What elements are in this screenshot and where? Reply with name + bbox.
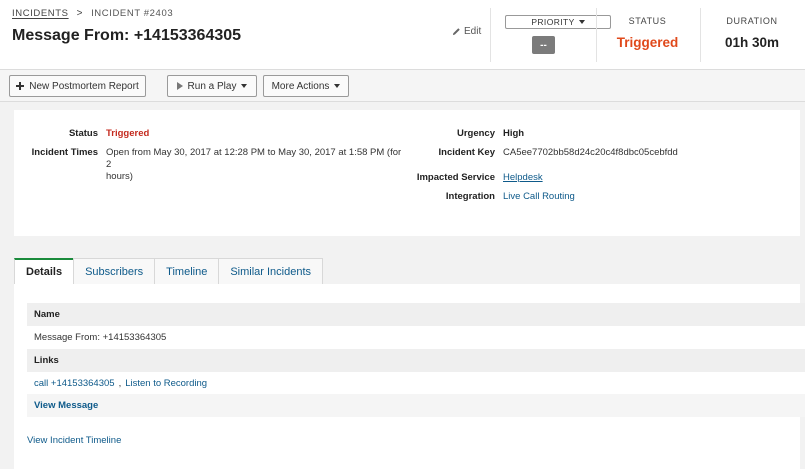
incident-summary-panel: Status Triggered Incident Times Open fro…: [14, 110, 800, 236]
priority-button-label: PRIORITY: [531, 17, 575, 27]
header-divider: [596, 8, 597, 62]
new-postmortem-button[interactable]: New Postmortem Report: [9, 75, 146, 97]
integration-link[interactable]: Live Call Routing: [503, 191, 575, 203]
tab-timeline[interactable]: Timeline: [154, 258, 220, 284]
header-divider: [700, 8, 701, 62]
run-a-play-button[interactable]: Run a Play: [167, 75, 257, 97]
incident-header: INCIDENTS > INCIDENT #2403 Message From:…: [0, 0, 805, 70]
incident-times-value: Open from May 30, 2017 at 12:28 PM to Ma…: [106, 147, 406, 183]
view-incident-timeline-link[interactable]: View Incident Timeline: [27, 435, 121, 446]
breadcrumb: INCIDENTS > INCIDENT #2403: [12, 8, 173, 19]
urgency-value: High: [503, 128, 525, 139]
details-panel: Name Message From: +14153364305 Links ca…: [14, 284, 805, 469]
edit-title-link[interactable]: Edit: [452, 26, 481, 37]
incident-times-line: hours): [106, 171, 133, 182]
breadcrumb-incidents-link[interactable]: INCIDENTS: [12, 8, 69, 19]
incident-times-label: Incident Times: [31, 147, 98, 158]
status-field-label: Status: [68, 128, 98, 139]
page-title: Message From: +14153364305: [12, 27, 242, 44]
caret-down-icon: [578, 20, 585, 24]
caret-down-icon: [334, 84, 341, 88]
name-header: Name: [27, 303, 805, 326]
play-icon: [176, 82, 183, 90]
links-row: call +14153364305 , Listen to Recording: [27, 372, 805, 395]
view-message-link[interactable]: View Message: [34, 400, 98, 411]
status-value: Triggered: [616, 35, 679, 50]
impacted-service-link[interactable]: Helpdesk: [503, 172, 543, 184]
view-message-row: View Message: [27, 394, 805, 417]
priority-value-badge: --: [532, 36, 555, 54]
name-value: Message From: +14153364305: [27, 326, 805, 349]
header-divider: [490, 8, 491, 62]
status-field-value: Triggered: [106, 128, 150, 139]
incident-key-label: Incident Key: [438, 147, 496, 158]
impacted-service-label: Impacted Service: [416, 172, 495, 183]
links-separator: ,: [118, 378, 122, 389]
pencil-icon: [452, 28, 460, 36]
tab-similar-incidents[interactable]: Similar Incidents: [218, 258, 324, 284]
listen-to-recording-link[interactable]: Listen to Recording: [125, 378, 207, 389]
links-header: Links: [27, 349, 805, 372]
incident-times-line: Open from May 30, 2017 at 12:28 PM to Ma…: [106, 147, 402, 170]
duration-label: DURATION: [726, 16, 778, 26]
urgency-label: Urgency: [456, 128, 495, 139]
call-link[interactable]: call +14153364305: [34, 378, 115, 389]
new-postmortem-label: New Postmortem Report: [29, 80, 139, 92]
tab-subscribers[interactable]: Subscribers: [73, 258, 156, 284]
more-actions-label: More Actions: [271, 80, 330, 92]
edit-label: Edit: [464, 26, 482, 37]
incident-key-value: CA5ee7702bb58d24c20c4f8dbc05cebfdd: [503, 147, 678, 158]
caret-down-icon: [241, 84, 248, 88]
duration-value: 01h 30m: [724, 35, 780, 50]
tab-details[interactable]: Details: [14, 258, 75, 284]
more-actions-button[interactable]: More Actions: [263, 75, 349, 97]
plus-icon: [16, 82, 25, 90]
status-label: STATUS: [628, 16, 667, 26]
chevron-right-icon: >: [76, 8, 84, 19]
run-a-play-label: Run a Play: [187, 80, 237, 92]
incident-tabs: Details Subscribers Timeline Similar Inc…: [14, 258, 800, 284]
action-toolbar: New Postmortem Report Run a Play More Ac…: [0, 70, 805, 102]
integration-label: Integration: [445, 191, 495, 202]
breadcrumb-current: INCIDENT #2403: [91, 8, 174, 19]
